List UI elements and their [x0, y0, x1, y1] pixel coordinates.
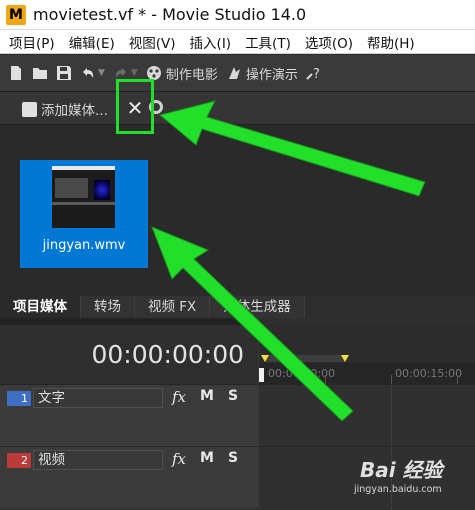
track-header[interactable]: 2 视频 fx M S	[0, 446, 258, 508]
undo-icon[interactable]	[80, 65, 96, 81]
track-solo-button[interactable]: S	[228, 450, 256, 468]
media-tabs: 项目媒体 转场 视频 FX 媒体生成器	[0, 296, 475, 318]
title-bar: M movietest.vf * - Movie Studio 14.0	[0, 0, 475, 30]
track-solo-button[interactable]: S	[228, 388, 256, 406]
project-media-panel: 添加媒体... ✕ jingyan.wmv 项目媒体 转场 视频 FX 媒体生成…	[0, 92, 475, 318]
playhead[interactable]	[259, 368, 264, 382]
add-media-icon	[22, 101, 37, 117]
watermark-url: jingyan.baidu.com	[354, 484, 442, 495]
menu-view[interactable]: 视图(V)	[129, 32, 176, 52]
tab-transitions[interactable]: 转场	[81, 296, 135, 318]
show-me-how-icon[interactable]	[226, 65, 242, 81]
media-list: jingyan.wmv	[0, 124, 475, 296]
track-lane[interactable]	[259, 384, 475, 446]
track-buttons: fx M S	[172, 388, 256, 406]
ruler-label: 00:00:15:00	[395, 367, 463, 380]
media-item[interactable]: jingyan.wmv	[20, 160, 148, 268]
main-toolbar: ▼ ▼ 制作电影 操作演示 ?	[0, 55, 475, 92]
make-movie-button[interactable]: 制作电影	[166, 64, 218, 83]
track-header[interactable]: 1 文字 fx M S	[0, 384, 258, 446]
media-toolbar: 添加媒体... ✕	[0, 92, 475, 124]
tab-media-generators[interactable]: 媒体生成器	[210, 296, 305, 318]
save-icon[interactable]	[56, 65, 72, 81]
app-logo-icon: M	[6, 4, 26, 25]
new-icon[interactable]	[8, 65, 24, 81]
undo-dropdown-icon[interactable]: ▼	[98, 68, 105, 78]
loop-start-marker[interactable]	[261, 355, 269, 362]
time-ruler[interactable]: 00:00:00:00 00:00:15:00	[259, 363, 475, 385]
timecode-value: 00:00:00:00	[91, 340, 244, 369]
track-number: 1	[7, 391, 31, 406]
media-item-name: jingyan.wmv	[42, 238, 126, 253]
loop-region[interactable]	[265, 355, 345, 362]
annotation-highlight-box	[116, 79, 154, 134]
open-icon[interactable]	[32, 65, 48, 81]
menu-bar: 项目(P) 编辑(E) 视图(V) 插入(I) 工具(T) 选项(O) 帮助(H…	[0, 30, 475, 54]
menu-project[interactable]: 项目(P)	[9, 32, 55, 52]
movie-studio-window: M movietest.vf * - Movie Studio 14.0 项目(…	[0, 0, 475, 510]
add-media-button[interactable]: 添加媒体...	[22, 99, 108, 119]
menu-tools[interactable]: 工具(T)	[245, 32, 291, 52]
track-mute-button[interactable]: M	[200, 388, 228, 406]
track-header-area: 00:00:00:00 1 文字 fx M S 2 视频 fx M S	[0, 318, 258, 510]
track-mute-button[interactable]: M	[200, 450, 228, 468]
show-me-how-button[interactable]: 操作演示	[246, 64, 298, 83]
track-fx-button[interactable]: fx	[172, 388, 200, 406]
whats-this-icon[interactable]: ?	[306, 65, 322, 82]
track-fx-button[interactable]: fx	[172, 450, 200, 468]
menu-insert[interactable]: 插入(I)	[190, 32, 232, 52]
tab-video-fx[interactable]: 视频 FX	[135, 296, 211, 318]
svg-text:?: ?	[313, 67, 320, 81]
track-name[interactable]: 文字	[33, 388, 163, 408]
watermark-logo: Bai 经验	[360, 458, 443, 482]
loop-end-marker[interactable]	[341, 355, 349, 362]
menu-help[interactable]: 帮助(H)	[367, 32, 415, 52]
media-thumbnail	[52, 166, 115, 228]
track-name[interactable]: 视频	[33, 450, 163, 470]
track-number: 2	[7, 453, 31, 468]
redo-dropdown-icon[interactable]: ▼	[131, 68, 138, 78]
window-title: movietest.vf * - Movie Studio 14.0	[33, 5, 307, 24]
tab-project-media[interactable]: 项目媒体	[0, 296, 81, 318]
add-media-label: 添加媒体...	[41, 103, 108, 119]
baidu-watermark: Bai 经验 jingyan.baidu.com	[340, 448, 475, 510]
track-buttons: fx M S	[172, 450, 256, 468]
menu-edit[interactable]: 编辑(E)	[69, 32, 115, 52]
menu-options[interactable]: 选项(O)	[305, 32, 353, 52]
timecode-display: 00:00:00:00	[0, 318, 258, 384]
